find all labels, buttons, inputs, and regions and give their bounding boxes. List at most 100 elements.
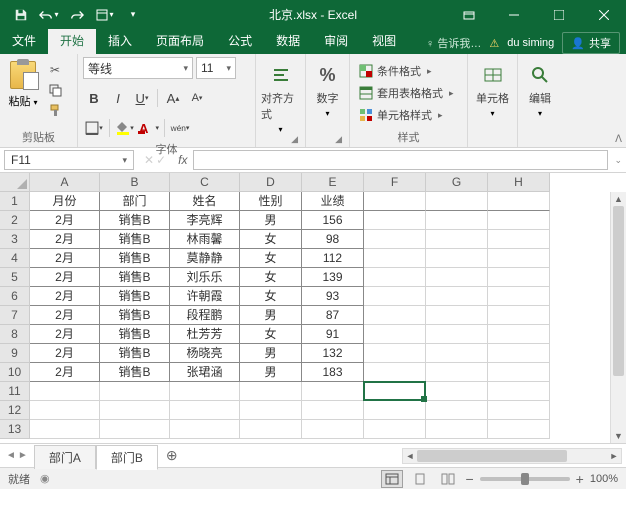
cell[interactable] xyxy=(488,287,550,306)
view-page-layout-button[interactable] xyxy=(409,470,431,488)
cell[interactable] xyxy=(100,382,170,401)
qat-customize-button[interactable]: ▾ xyxy=(120,3,146,27)
cell[interactable]: 2月 xyxy=(30,306,100,325)
zoom-slider[interactable] xyxy=(480,477,570,481)
cell[interactable] xyxy=(426,420,488,439)
tab-insert[interactable]: 插入 xyxy=(96,28,144,54)
zoom-out-button[interactable]: − xyxy=(465,471,473,487)
cell[interactable] xyxy=(426,382,488,401)
cell[interactable]: 93 xyxy=(302,287,364,306)
cell[interactable]: 112 xyxy=(302,249,364,268)
select-all-corner[interactable] xyxy=(0,173,30,192)
scroll-left-icon[interactable]: ◄ xyxy=(403,449,417,463)
cell[interactable]: 杜芳芳 xyxy=(170,325,240,344)
maximize-button[interactable] xyxy=(536,0,581,29)
tell-me[interactable]: ♀ 告诉我… xyxy=(426,35,481,51)
cell[interactable]: 莫静静 xyxy=(170,249,240,268)
cell[interactable] xyxy=(488,306,550,325)
tab-review[interactable]: 审阅 xyxy=(312,28,360,54)
row-header[interactable]: 13 xyxy=(0,420,30,439)
alignment-button[interactable]: 对齐方式▾ xyxy=(261,57,300,134)
cell[interactable] xyxy=(488,268,550,287)
cell[interactable] xyxy=(302,420,364,439)
cell[interactable] xyxy=(364,325,426,344)
cell[interactable] xyxy=(364,382,426,401)
cell[interactable]: 销售B xyxy=(100,211,170,230)
cell[interactable] xyxy=(426,211,488,230)
cell[interactable]: 销售B xyxy=(100,230,170,249)
cut-button[interactable]: ✂ xyxy=(45,61,65,79)
format-painter-button[interactable] xyxy=(45,101,65,119)
tab-view[interactable]: 视图 xyxy=(360,28,408,54)
dialog-launcher-icon[interactable]: ◢ xyxy=(335,134,342,145)
cell[interactable]: 销售B xyxy=(100,325,170,344)
scroll-thumb[interactable] xyxy=(613,206,624,376)
row-header[interactable]: 1 xyxy=(0,192,30,211)
shrink-font-button[interactable]: A▾ xyxy=(186,87,208,109)
cell[interactable] xyxy=(364,287,426,306)
cell[interactable] xyxy=(170,420,240,439)
copy-button[interactable] xyxy=(45,81,65,99)
tab-formula[interactable]: 公式 xyxy=(216,28,264,54)
grow-font-button[interactable]: A▴ xyxy=(162,87,184,109)
cell[interactable]: 销售B xyxy=(100,268,170,287)
cell[interactable] xyxy=(30,420,100,439)
col-header-E[interactable]: E xyxy=(302,173,364,192)
view-page-break-button[interactable] xyxy=(437,470,459,488)
cell[interactable] xyxy=(170,401,240,420)
cell[interactable] xyxy=(240,401,302,420)
cell[interactable]: 张珺涵 xyxy=(170,363,240,382)
cell[interactable]: 2月 xyxy=(30,287,100,306)
cell[interactable]: 183 xyxy=(302,363,364,382)
scroll-up-icon[interactable]: ▲ xyxy=(611,192,626,206)
cell[interactable] xyxy=(426,401,488,420)
cell[interactable] xyxy=(364,268,426,287)
row-header[interactable]: 4 xyxy=(0,249,30,268)
cell[interactable] xyxy=(488,344,550,363)
cell[interactable] xyxy=(364,306,426,325)
cell[interactable] xyxy=(364,344,426,363)
editing-button[interactable]: 编辑▾ xyxy=(523,57,557,118)
paste-button[interactable]: 粘贴 ▾ xyxy=(5,57,41,109)
redo-button[interactable] xyxy=(64,3,90,27)
cell[interactable] xyxy=(488,230,550,249)
tab-layout[interactable]: 页面布局 xyxy=(144,28,216,54)
cell[interactable] xyxy=(30,401,100,420)
col-header-B[interactable]: B xyxy=(100,173,170,192)
cell[interactable]: 91 xyxy=(302,325,364,344)
fill-color-button[interactable]: ▾ xyxy=(114,117,136,139)
scroll-right-icon[interactable]: ► xyxy=(607,449,621,463)
font-name-combo[interactable]: 等线▾ xyxy=(83,57,193,79)
tab-file[interactable]: 文件 xyxy=(0,28,48,54)
expand-formula-bar-icon[interactable]: ⌄ xyxy=(614,155,622,166)
formula-input[interactable] xyxy=(193,150,608,170)
cell[interactable] xyxy=(364,363,426,382)
cell[interactable] xyxy=(302,382,364,401)
cell[interactable]: 销售B xyxy=(100,249,170,268)
cell[interactable]: 刘乐乐 xyxy=(170,268,240,287)
cell[interactable]: 2月 xyxy=(30,249,100,268)
col-header-D[interactable]: D xyxy=(240,173,302,192)
conditional-format-button[interactable]: 条件格式▸ xyxy=(355,61,458,81)
col-header-C[interactable]: C xyxy=(170,173,240,192)
cell[interactable] xyxy=(426,230,488,249)
cell[interactable]: 女 xyxy=(240,249,302,268)
cell[interactable] xyxy=(240,420,302,439)
scroll-down-icon[interactable]: ▼ xyxy=(611,429,626,443)
font-size-combo[interactable]: 11▾ xyxy=(196,57,236,79)
cell[interactable] xyxy=(364,420,426,439)
sheet-nav-prev-icon[interactable]: ◄ xyxy=(6,450,16,461)
cell[interactable] xyxy=(426,192,488,211)
sheet-tab-a[interactable]: 部门A xyxy=(34,445,96,469)
tab-data[interactable]: 数据 xyxy=(264,28,312,54)
cell[interactable] xyxy=(488,325,550,344)
col-header-A[interactable]: A xyxy=(30,173,100,192)
cell[interactable] xyxy=(488,401,550,420)
row-header[interactable]: 9 xyxy=(0,344,30,363)
save-button[interactable] xyxy=(8,3,34,27)
cell[interactable]: 2月 xyxy=(30,211,100,230)
cell[interactable] xyxy=(488,382,550,401)
cell[interactable] xyxy=(488,420,550,439)
cancel-formula-icon[interactable]: ✕ xyxy=(144,153,154,167)
col-header-G[interactable]: G xyxy=(426,173,488,192)
